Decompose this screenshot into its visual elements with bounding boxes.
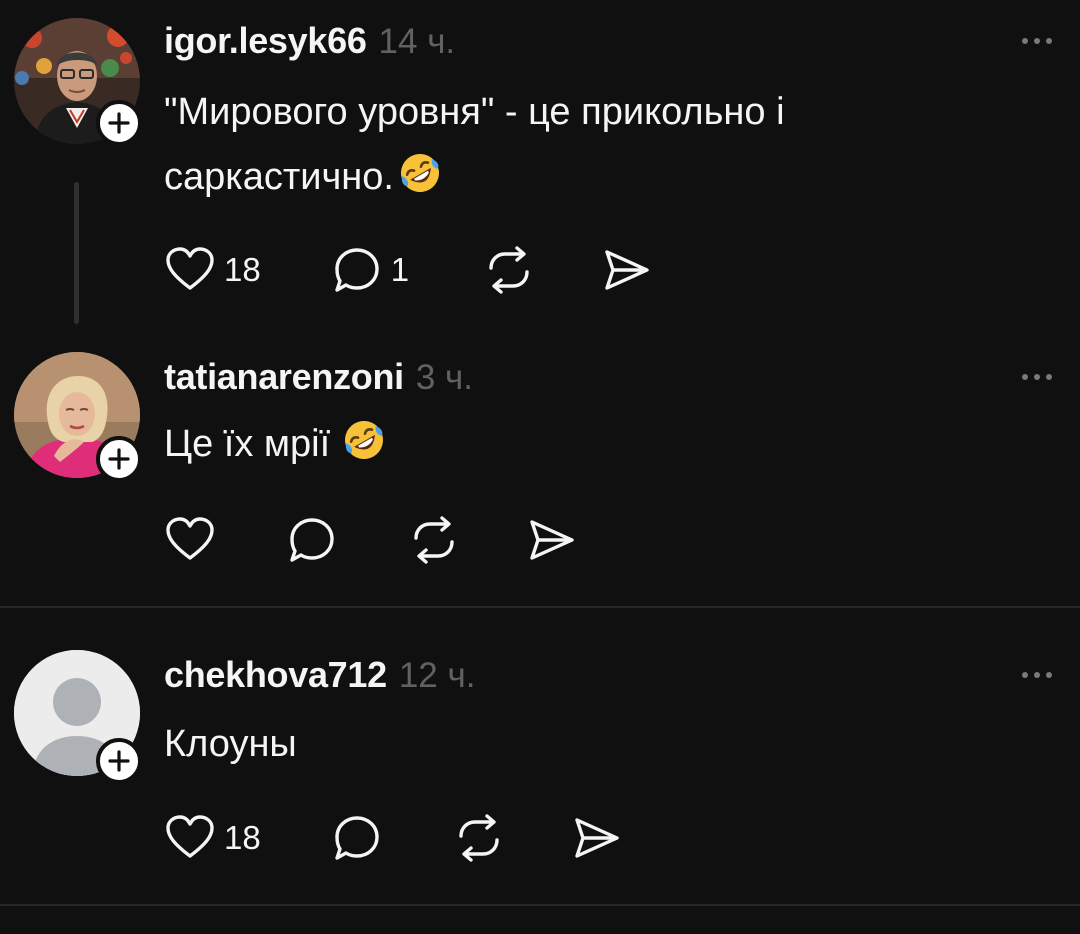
share-button[interactable] <box>526 514 578 566</box>
more-options-button[interactable] <box>1022 368 1052 386</box>
repost-button[interactable] <box>408 514 460 566</box>
plus-icon <box>108 112 130 134</box>
like-count: 18 <box>224 251 261 288</box>
dot-icon <box>1022 38 1028 44</box>
send-icon <box>605 250 649 290</box>
reply-post: igor.lesyk66 14 ч. "Мирового уровня" - ц… <box>0 0 1080 330</box>
divider <box>0 904 1080 906</box>
rolling-on-floor-laughing-icon <box>345 421 384 459</box>
reply-text: "Мирового уровня" - це прикольно і сарка… <box>164 91 785 198</box>
reply-count: 1 <box>390 251 410 288</box>
dot-icon <box>1022 672 1028 678</box>
share-button[interactable] <box>601 244 653 296</box>
comment-icon <box>290 518 334 562</box>
like-button[interactable]: 18 <box>164 244 261 296</box>
more-options-button[interactable] <box>1022 666 1052 684</box>
reply-button[interactable] <box>331 812 383 864</box>
reply-text-container: "Мирового уровня" - це прикольно і сарка… <box>164 80 1024 210</box>
comment-icon <box>335 816 379 860</box>
send-icon <box>575 818 619 858</box>
dot-icon <box>1022 374 1028 380</box>
reply-post: tatianarenzoni 3 ч. Це їх мрії <box>0 330 1080 608</box>
heart-icon <box>166 247 214 290</box>
repost-button[interactable] <box>483 244 535 296</box>
follow-button[interactable] <box>96 738 142 784</box>
reply-text: Клоуны <box>164 723 297 765</box>
thread-replies: igor.lesyk66 14 ч. "Мирового уровня" - ц… <box>0 0 1080 934</box>
heart-icon <box>166 815 214 858</box>
reply-text-container: Це їх мрії <box>164 412 1024 477</box>
dot-icon <box>1034 38 1040 44</box>
reply-text: Це їх мрії <box>164 423 331 465</box>
rolling-on-floor-laughing-icon <box>400 154 439 192</box>
share-button[interactable] <box>571 812 623 864</box>
comment-icon <box>335 248 379 292</box>
repost-icon <box>414 516 454 564</box>
like-count: 18 <box>224 819 261 856</box>
send-icon <box>530 520 574 560</box>
username[interactable]: chekhova712 <box>164 654 387 696</box>
plus-icon <box>108 448 130 470</box>
more-options-button[interactable] <box>1022 32 1052 50</box>
dot-icon <box>1034 672 1040 678</box>
like-button[interactable]: 18 <box>164 812 261 864</box>
repost-icon <box>489 246 529 294</box>
repost-icon <box>459 814 499 862</box>
timestamp: 3 ч. <box>415 358 473 397</box>
reply-post: chekhova712 12 ч. Клоуны 18 <box>0 608 1080 906</box>
dot-icon <box>1046 672 1052 678</box>
repost-button[interactable] <box>453 812 505 864</box>
like-button[interactable] <box>164 514 216 566</box>
dot-icon <box>1046 38 1052 44</box>
thread-line <box>74 182 79 324</box>
timestamp: 14 ч. <box>378 22 456 61</box>
follow-button[interactable] <box>96 100 142 146</box>
dot-icon <box>1034 374 1040 380</box>
username[interactable]: tatianarenzoni <box>164 356 404 398</box>
follow-button[interactable] <box>96 436 142 482</box>
reply-button[interactable]: 1 <box>331 244 409 296</box>
username[interactable]: igor.lesyk66 <box>164 20 367 62</box>
timestamp: 12 ч. <box>398 656 476 695</box>
dot-icon <box>1046 374 1052 380</box>
plus-icon <box>108 750 130 772</box>
reply-text-container: Клоуны <box>164 712 1024 777</box>
reply-button[interactable] <box>286 514 338 566</box>
heart-icon <box>166 517 214 560</box>
